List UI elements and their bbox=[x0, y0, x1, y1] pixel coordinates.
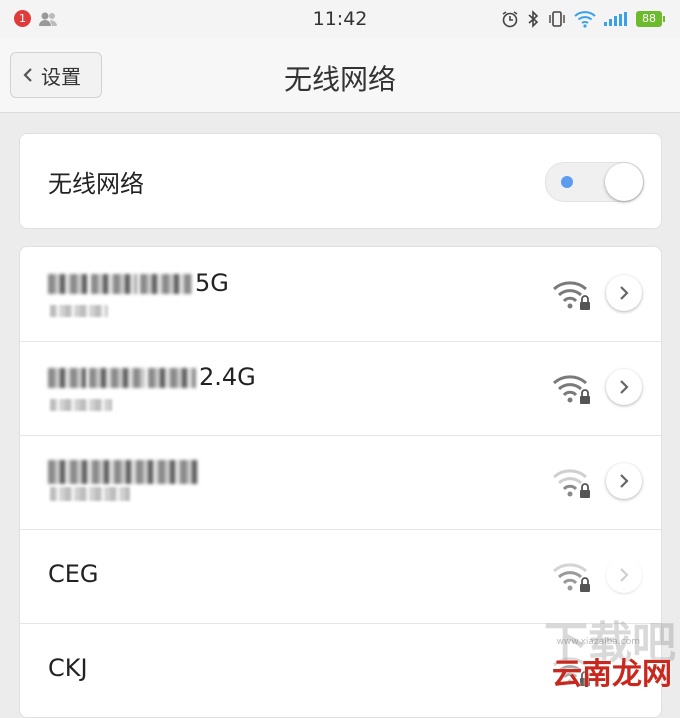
wifi-lock-icon bbox=[553, 281, 590, 310]
network-ssid: CEG bbox=[48, 560, 99, 588]
obscured-ssid bbox=[148, 368, 196, 388]
wifi-lock-icon bbox=[553, 375, 590, 404]
watermark-url: www.xiazaiba.com bbox=[556, 637, 640, 647]
network-row[interactable]: 2.4G bbox=[20, 341, 661, 436]
network-ssid-suffix: 2.4G bbox=[199, 363, 256, 391]
alarm-icon bbox=[502, 11, 518, 28]
network-ssid: 2.4G bbox=[48, 363, 256, 391]
obscured-security-text bbox=[50, 399, 112, 411]
chevron-right-icon bbox=[620, 474, 629, 488]
network-details-button[interactable] bbox=[606, 275, 642, 311]
network-ssid: CKJ bbox=[48, 654, 88, 682]
wifi-lock-icon bbox=[553, 469, 590, 498]
switch-indicator-dot bbox=[561, 176, 573, 188]
obscured-ssid bbox=[48, 368, 86, 388]
wifi-icon bbox=[574, 11, 596, 28]
status-icons: 88 bbox=[501, 9, 665, 29]
network-ssid: 5G bbox=[48, 269, 229, 297]
wifi-toggle-card: 无线网络 bbox=[19, 133, 662, 229]
wifi-lock-icon bbox=[553, 563, 590, 592]
page-title: 无线网络 bbox=[283, 63, 396, 96]
network-row[interactable]: 5G bbox=[20, 247, 661, 342]
network-details-button[interactable] bbox=[606, 463, 642, 499]
wifi-toggle-switch[interactable] bbox=[545, 162, 644, 202]
wifi-toggle-label: 无线网络 bbox=[48, 170, 144, 198]
obscured-ssid bbox=[48, 460, 198, 484]
network-ssid bbox=[48, 457, 201, 485]
battery-icon: 88 bbox=[636, 11, 665, 27]
network-details-button[interactable] bbox=[606, 557, 642, 593]
vibrate-icon bbox=[549, 11, 565, 27]
chevron-right-icon bbox=[620, 286, 629, 300]
chevron-right-icon bbox=[620, 568, 629, 582]
switch-knob[interactable] bbox=[605, 163, 643, 201]
chevron-right-icon bbox=[620, 380, 629, 394]
network-details-button[interactable] bbox=[606, 369, 642, 405]
obscured-security-text bbox=[50, 305, 108, 317]
watermark-text: 云南龙网 bbox=[552, 657, 672, 692]
nav-bar: 设置 无线网络 bbox=[0, 38, 680, 113]
network-row[interactable] bbox=[20, 435, 661, 530]
signal-icon bbox=[604, 12, 627, 26]
bluetooth-icon bbox=[528, 10, 539, 28]
obscured-ssid bbox=[91, 274, 137, 294]
obscured-ssid bbox=[140, 274, 192, 294]
obscured-ssid bbox=[89, 368, 145, 388]
obscured-security-text bbox=[50, 487, 130, 501]
status-bar: 1 11:42 88 bbox=[0, 0, 680, 38]
network-ssid-suffix: 5G bbox=[195, 269, 229, 297]
obscured-ssid bbox=[48, 274, 88, 294]
